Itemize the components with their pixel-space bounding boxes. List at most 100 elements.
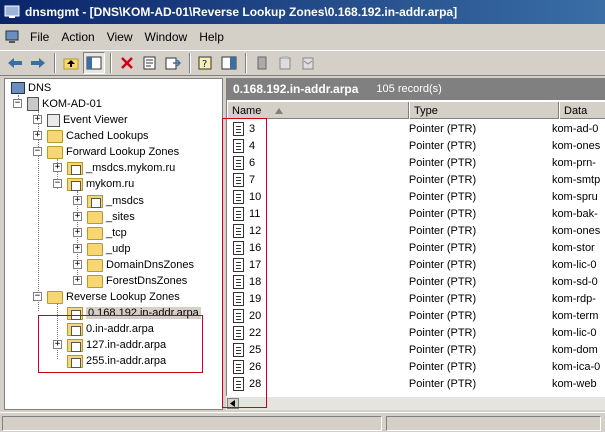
zone-icon	[67, 177, 83, 191]
tree-node-cached-lookups[interactable]: + Cached Lookups	[33, 128, 149, 144]
console-menu-icon[interactable]	[4, 29, 20, 45]
table-row[interactable]: 25 Pointer (PTR) kom-dom	[227, 341, 605, 358]
menu-bar: File Action View Window Help	[0, 26, 605, 48]
column-type[interactable]: Type	[409, 102, 559, 119]
dns-icon	[11, 82, 25, 94]
table-row[interactable]: 12 Pointer (PTR) kom-ones	[227, 222, 605, 239]
show-console-icon[interactable]	[218, 52, 240, 74]
expand-icon[interactable]: +	[33, 131, 42, 140]
toolbar-separator	[189, 53, 191, 73]
record-list: 3 Pointer (PTR) kom-ad-0 4 Pointer (PTR) kom-…	[227, 120, 605, 392]
forward-icon[interactable]	[27, 52, 49, 74]
up-folder-icon[interactable]	[60, 52, 82, 74]
expand-icon[interactable]: +	[73, 260, 82, 269]
record-data: kom-sd-0	[551, 275, 598, 288]
show-tree-icon[interactable]	[83, 52, 105, 74]
column-data[interactable]: Data	[559, 102, 605, 119]
table-row[interactable]: 7 Pointer (PTR) kom-smtp	[227, 171, 605, 188]
table-row[interactable]: 20 Pointer (PTR) kom-term	[227, 307, 605, 324]
menu-help[interactable]: Help	[195, 30, 232, 44]
record-type: Pointer (PTR)	[408, 343, 477, 356]
tree-node-mykom[interactable]: − mykom.ru	[53, 176, 134, 192]
tree-node-sub-msdcs[interactable]: + _msdcs	[73, 193, 144, 209]
back-icon[interactable]	[4, 52, 26, 74]
menu-action[interactable]: Action	[57, 30, 102, 44]
title-bar: dnsmgmt - [DNS\KOM-AD-01\Reverse Lookup …	[0, 0, 605, 24]
record-data: kom-ad-0	[551, 122, 599, 135]
status-bar	[0, 412, 605, 432]
record-type: Pointer (PTR)	[408, 258, 477, 271]
expand-icon[interactable]: +	[73, 212, 82, 221]
tree-label: _tcp	[106, 227, 127, 239]
collapse-icon[interactable]: −	[13, 99, 22, 108]
record-data: kom-ica-0	[551, 360, 601, 373]
record-type: Pointer (PTR)	[408, 309, 477, 322]
toolbar-separator	[110, 53, 112, 73]
tree-node-forward-zones[interactable]: − Forward Lookup Zones	[33, 144, 179, 160]
tree-label: DomainDnsZones	[106, 259, 195, 271]
table-row[interactable]: 18 Pointer (PTR) kom-sd-0	[227, 273, 605, 290]
tree-label: mykom.ru	[86, 178, 135, 190]
menu-window[interactable]: Window	[141, 30, 196, 44]
tree-node-server[interactable]: − KOM-AD-01	[13, 96, 102, 112]
tree-node-dns[interactable]: DNS	[11, 80, 51, 96]
window-title: dnsmgmt - [DNS\KOM-AD-01\Reverse Lookup …	[25, 5, 458, 19]
folder-icon	[87, 258, 103, 272]
table-row[interactable]: 22 Pointer (PTR) kom-lic-0	[227, 324, 605, 341]
expand-icon[interactable]: +	[73, 276, 82, 285]
table-row[interactable]: 3 Pointer (PTR) kom-ad-0	[227, 120, 605, 137]
tree-node-event-viewer[interactable]: + Event Viewer	[33, 112, 128, 128]
table-row[interactable]: 4 Pointer (PTR) kom-ones	[227, 137, 605, 154]
menu-file[interactable]: File	[26, 30, 57, 44]
column-name[interactable]: Name	[227, 102, 409, 119]
record-type: Pointer (PTR)	[408, 326, 477, 339]
tree-node-domaindnszones[interactable]: + DomainDnsZones	[73, 257, 194, 273]
zone-icon	[87, 194, 103, 208]
expand-icon[interactable]: +	[53, 163, 62, 172]
tree-label: _sites	[106, 211, 135, 223]
properties-icon[interactable]	[139, 52, 161, 74]
server-icon[interactable]	[251, 52, 273, 74]
expand-icon[interactable]: +	[73, 196, 82, 205]
tree-label: ForestDnsZones	[106, 275, 188, 287]
export-icon[interactable]	[162, 52, 184, 74]
folder-icon	[87, 242, 103, 256]
tree-label: _msdcs	[106, 195, 144, 207]
table-row[interactable]: 28 Pointer (PTR) kom-web	[227, 375, 605, 392]
new-mail-icon[interactable]	[297, 52, 319, 74]
collapse-icon[interactable]: −	[33, 292, 42, 301]
delete-icon[interactable]	[116, 52, 138, 74]
record-data: kom-bak-	[551, 207, 598, 220]
record-type: Pointer (PTR)	[408, 377, 477, 390]
record-data: kom-lic-0	[551, 258, 597, 271]
expand-icon[interactable]: +	[33, 115, 42, 124]
table-row[interactable]: 11 Pointer (PTR) kom-bak-	[227, 205, 605, 222]
table-row[interactable]: 19 Pointer (PTR) kom-rdp-	[227, 290, 605, 307]
table-row[interactable]: 10 Pointer (PTR) kom-spru	[227, 188, 605, 205]
table-row[interactable]: 26 Pointer (PTR) kom-ica-0	[227, 358, 605, 375]
folder-icon	[87, 226, 103, 240]
tree-node-msdcs-zone[interactable]: + _msdcs.mykom.ru	[53, 160, 175, 176]
help-icon[interactable]: ?	[195, 52, 217, 74]
horizontal-scrollbar[interactable]	[226, 396, 605, 410]
tree-node-tcp[interactable]: + _tcp	[73, 225, 127, 241]
record-type: Pointer (PTR)	[408, 139, 477, 152]
tree-node-sites[interactable]: + _sites	[73, 209, 135, 225]
details-pane: 0.168.192.in-addr.arpa 105 record(s) Nam…	[226, 78, 605, 410]
column-header: Name Type Data	[227, 102, 605, 119]
table-row[interactable]: 17 Pointer (PTR) kom-lic-0	[227, 256, 605, 273]
collapse-icon[interactable]: −	[53, 179, 62, 188]
record-type: Pointer (PTR)	[408, 173, 477, 186]
menu-view[interactable]: View	[103, 30, 141, 44]
tree-label: _msdcs.mykom.ru	[86, 162, 176, 174]
record-data: kom-dom	[551, 343, 598, 356]
expand-icon[interactable]: +	[73, 244, 82, 253]
table-row[interactable]: 6 Pointer (PTR) kom-prn-	[227, 154, 605, 171]
collapse-icon[interactable]: −	[33, 147, 42, 156]
tree-node-udp[interactable]: + _udp	[73, 241, 130, 257]
tree-node-forestdnszones[interactable]: + ForestDnsZones	[73, 273, 187, 289]
new-host-icon[interactable]	[274, 52, 296, 74]
expand-icon[interactable]: +	[73, 228, 82, 237]
table-row[interactable]: 16 Pointer (PTR) kom-stor	[227, 239, 605, 256]
tree-node-reverse-zones[interactable]: − Reverse Lookup Zones	[33, 289, 180, 305]
